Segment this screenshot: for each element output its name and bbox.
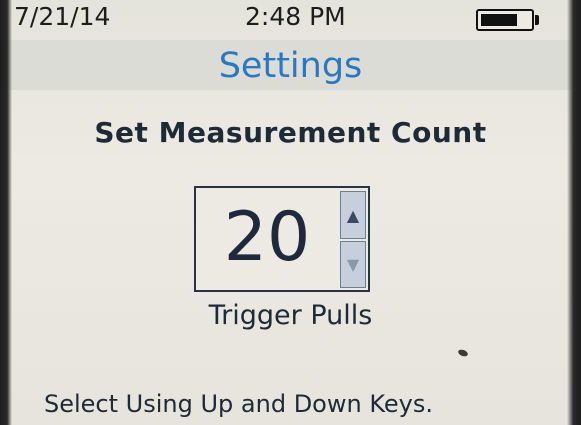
triangle-up-icon: ▲ [346,205,360,225]
triangle-down-icon: ▼ [346,255,360,274]
status-time: 2:48 PM [245,2,346,31]
page-title: Settings [218,46,363,86]
count-value[interactable]: 20 [196,202,338,274]
footer-hint: Select Using Up and Down Keys. [44,390,433,418]
setting-heading: Set Measurement Count [94,116,487,149]
battery-level-fill [481,14,517,26]
bezel-left [0,0,12,425]
battery-tip [535,15,539,25]
bezel-right [567,0,581,425]
increment-button[interactable]: ▲ [340,191,366,239]
measurement-count-spinbox[interactable]: 20 ▲ ▼ [194,186,370,292]
unit-label: Trigger Pulls [208,300,373,331]
status-date: 7/21/14 [14,2,111,31]
device-screen: 7/21/14 2:48 PM Settings Set Measurement… [0,0,581,425]
screen-speck [457,348,469,358]
decrement-button[interactable]: ▼ [340,241,366,288]
battery-icon [476,9,534,31]
status-bar: 7/21/14 2:48 PM [0,0,581,40]
